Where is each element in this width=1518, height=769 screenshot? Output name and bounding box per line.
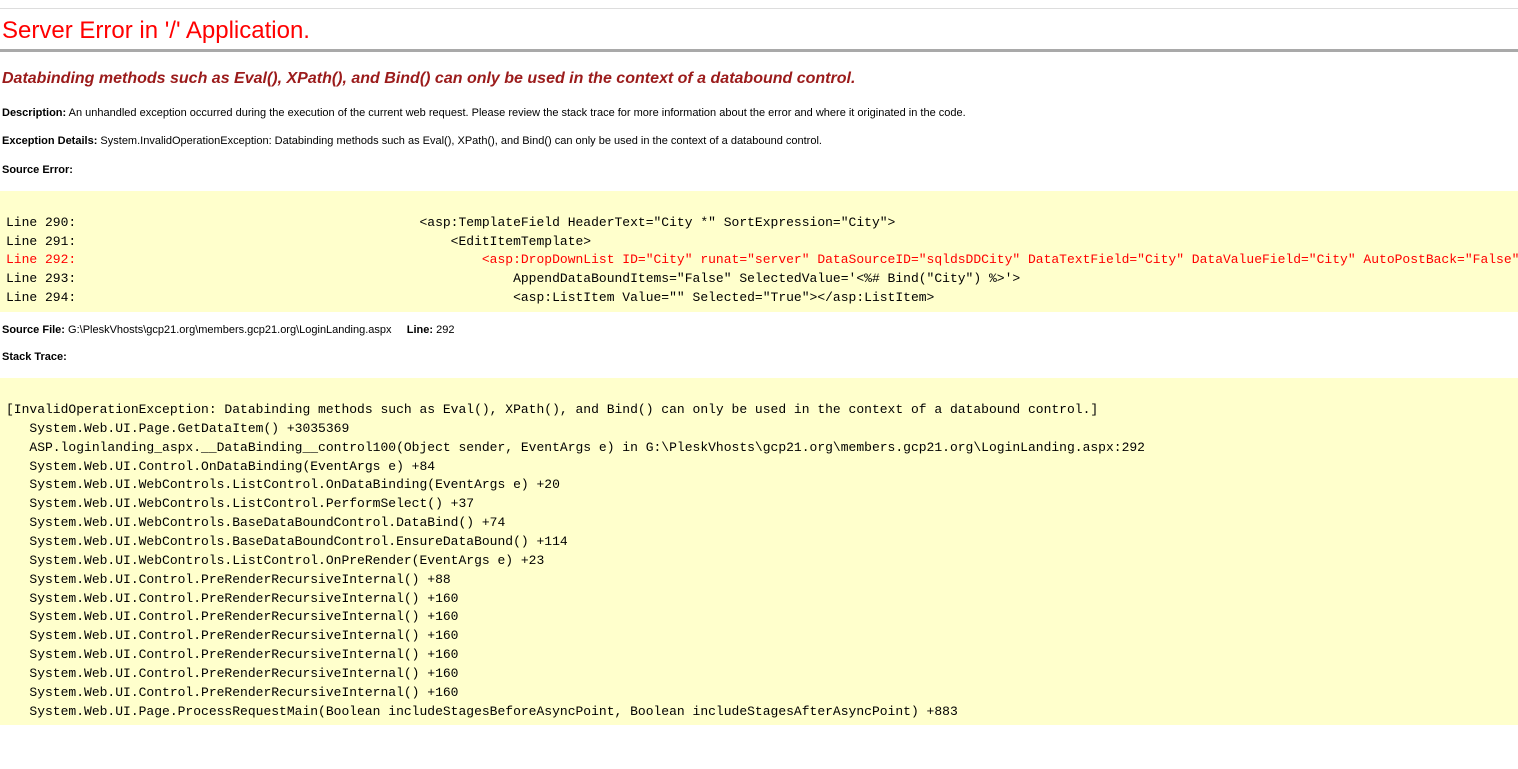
line-label: Line: (407, 324, 433, 336)
description-row: Description: An unhandled exception occu… (2, 106, 1518, 120)
description-label: Description: (2, 107, 66, 119)
exception-details-text: System.InvalidOperationException: Databi… (100, 135, 822, 147)
source-line: Line 293: AppendDataBoundItems="False" S… (6, 271, 1020, 286)
stack-trace-label: Stack Trace: (2, 351, 67, 363)
source-error-label: Source Error: (2, 164, 73, 176)
source-line-error: Line 292: <asp:DropDownList ID="City" ru… (6, 252, 1518, 267)
description-text: An unhandled exception occurred during t… (69, 107, 966, 119)
exception-details-label: Exception Details: (2, 135, 97, 147)
source-error-row: Source Error: (2, 163, 1518, 177)
source-line: Line 294: <asp:ListItem Value="" Selecte… (6, 290, 934, 305)
source-line: Line 291: <EditItemTemplate> (6, 234, 591, 249)
exception-details-row: Exception Details: System.InvalidOperati… (2, 134, 1518, 148)
line-number: 292 (436, 324, 454, 336)
source-line: Line 290: <asp:TemplateField HeaderText=… (6, 215, 895, 230)
stack-trace-block: [InvalidOperationException: Databinding … (0, 378, 1518, 725)
stack-trace-row: Stack Trace: (2, 350, 1518, 364)
source-code-block: Line 290: <asp:TemplateField HeaderText=… (0, 191, 1518, 312)
source-file-text: G:\PleskVhosts\gcp21.org\members.gcp21.o… (68, 324, 391, 336)
source-file-row: Source File: G:\PleskVhosts\gcp21.org\me… (2, 324, 1518, 336)
exception-message: Databinding methods such as Eval(), XPat… (2, 70, 1518, 88)
page-title: Server Error in '/' Application. (2, 17, 1518, 45)
source-file-label: Source File: (2, 324, 65, 336)
